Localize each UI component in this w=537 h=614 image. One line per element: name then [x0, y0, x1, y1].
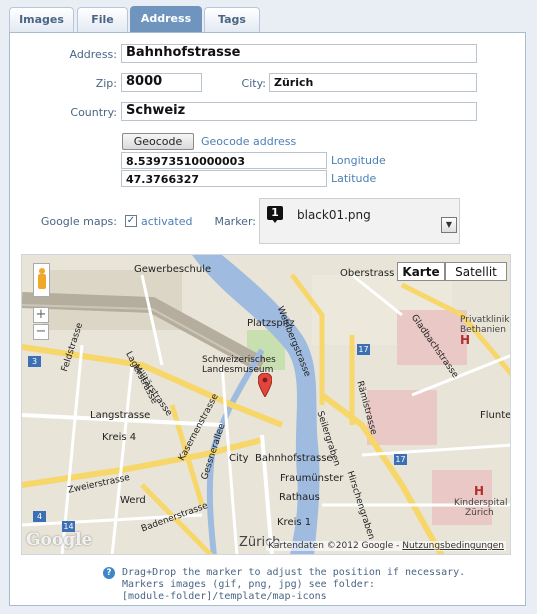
zip-label: Zip:	[95, 77, 117, 90]
latitude-label: Latitude	[331, 172, 377, 185]
activated-label: activated	[141, 215, 193, 228]
marker-pin-icon: 1	[267, 206, 283, 223]
map-label: Fraumünster	[280, 473, 344, 484]
google-maps-label: Google maps:	[40, 215, 117, 228]
map-label: Schweizerisches	[202, 355, 276, 365]
city-field[interactable]: Zürich	[269, 73, 477, 92]
help-line: Drag+Drop the marker to adjust the posit…	[122, 567, 466, 578]
route-badge: 17	[394, 454, 407, 465]
map-label: Kinderspital	[454, 498, 508, 508]
marker-filename: black01.png	[297, 208, 371, 222]
address-panel: Address: Bahnhofstrasse Zip: 8000 City: …	[9, 32, 526, 606]
help-line: [module-folder]/template/map-icons	[122, 591, 327, 602]
marker-label: Marker:	[214, 215, 256, 228]
map-label: Kreis 4	[102, 432, 137, 443]
hospital-icon: H	[460, 333, 471, 347]
zoom-in-button[interactable]: +	[33, 307, 49, 323]
google-maps-checkbox[interactable]: ✓	[125, 215, 137, 227]
map-copyright: Kartendaten ©2012 Google - Nutzungsbedin…	[266, 541, 506, 551]
tab-address[interactable]: Address	[130, 6, 202, 33]
longitude-field[interactable]: 8.53973510000003	[121, 152, 327, 169]
map-label: Kreis 1	[277, 517, 312, 528]
hospital-icon: H	[474, 484, 485, 498]
location-marker-icon[interactable]	[258, 373, 272, 397]
copyright-text: Kartendaten ©2012 Google -	[268, 541, 403, 551]
tab-file[interactable]: File	[77, 7, 128, 32]
country-label: Country:	[70, 106, 117, 119]
marker-select[interactable]: 1 black01.png ▼	[259, 198, 460, 244]
help-icon: ?	[103, 567, 115, 579]
zip-field[interactable]: 8000	[121, 73, 202, 92]
pegman-icon[interactable]	[33, 263, 50, 297]
map-view[interactable]: Gewerbeschule Oberstrass Weinbergstrasse…	[21, 254, 511, 555]
map-label: Oberstrass	[340, 268, 395, 279]
map-label: Flunte	[480, 410, 511, 421]
geocode-button[interactable]: Geocode	[122, 133, 194, 150]
google-logo: Google	[26, 530, 93, 550]
zoom-out-button[interactable]: −	[33, 324, 49, 340]
map-type-karte-button[interactable]: Karte	[397, 262, 445, 281]
map-label: Rathaus	[279, 492, 320, 503]
tab-tags[interactable]: Tags	[204, 7, 260, 32]
route-badge: 4	[33, 511, 46, 522]
tab-images[interactable]: Images	[9, 7, 74, 32]
chevron-down-icon[interactable]: ▼	[441, 217, 457, 233]
route-badge: 17	[357, 344, 370, 355]
map-label: Werd	[120, 495, 146, 506]
map-label: Gewerbeschule	[134, 264, 212, 275]
address-label: Address:	[69, 48, 117, 61]
help-line: Markers images (gif, png, jpg) see folde…	[122, 579, 375, 590]
address-field[interactable]: Bahnhofstrasse	[121, 44, 477, 63]
map-type-satellit-button[interactable]: Satellit	[445, 262, 507, 281]
map-label: City	[229, 453, 249, 464]
terms-link[interactable]: Nutzungsbedingungen	[402, 541, 504, 551]
map-label: Zürich	[465, 508, 494, 518]
country-field[interactable]: Schweiz	[121, 102, 477, 121]
map-label: Langstrasse	[90, 410, 151, 421]
city-label: City:	[241, 77, 266, 90]
map-label: Privatklinik	[460, 315, 510, 325]
map-canvas[interactable]	[22, 255, 511, 555]
map-label: Bahnhofstrasse	[255, 453, 333, 464]
longitude-label: Longitude	[331, 154, 386, 167]
latitude-field[interactable]: 47.3766327	[121, 170, 327, 187]
route-badge: 3	[28, 356, 41, 367]
map-label: Platzspitz	[247, 318, 295, 329]
geocode-address-link[interactable]: Geocode address	[201, 135, 296, 148]
help-text: Drag+Drop the marker to adjust the posit…	[122, 567, 465, 603]
